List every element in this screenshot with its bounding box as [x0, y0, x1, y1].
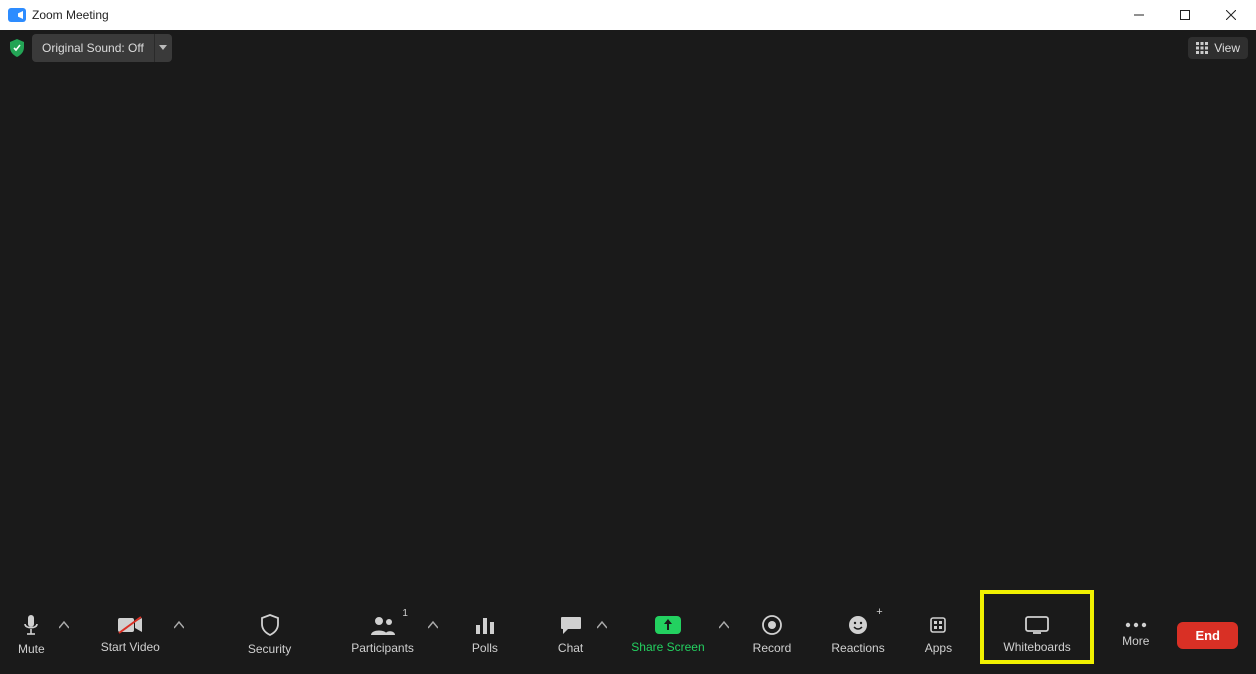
record-button[interactable]: Record — [743, 602, 802, 668]
video-group: Start Video — [91, 596, 188, 674]
video-off-icon — [117, 616, 143, 634]
view-label: View — [1214, 41, 1240, 55]
chevron-down-icon — [159, 45, 167, 51]
plus-icon: + — [876, 606, 882, 618]
whiteboard-icon — [1025, 616, 1049, 634]
mute-label: Mute — [18, 642, 45, 656]
reactions-label: Reactions — [831, 641, 884, 655]
record-label: Record — [753, 641, 792, 655]
more-button[interactable]: More — [1112, 602, 1159, 668]
participants-options-chevron[interactable] — [424, 602, 442, 668]
share-options-chevron[interactable] — [715, 602, 733, 668]
original-sound-chevron[interactable] — [154, 34, 172, 62]
more-icon — [1125, 622, 1147, 628]
security-button[interactable]: Security — [238, 602, 301, 668]
record-icon — [762, 615, 782, 635]
reactions-button[interactable]: + Reactions — [821, 602, 894, 668]
chevron-up-icon — [597, 620, 607, 630]
chat-button[interactable]: Chat — [548, 602, 593, 668]
title-bar: Zoom Meeting — [0, 0, 1256, 30]
polls-label: Polls — [472, 641, 498, 655]
chevron-up-icon — [59, 620, 69, 630]
minimize-icon — [1134, 10, 1144, 20]
title-left-group: Zoom Meeting — [8, 8, 109, 22]
apps-button[interactable]: Apps — [915, 602, 962, 668]
more-label: More — [1122, 634, 1149, 648]
participants-group: 1 Participants — [341, 596, 442, 674]
share-screen-label: Share Screen — [631, 640, 704, 654]
zoom-app-icon — [8, 8, 26, 22]
end-label: End — [1195, 628, 1220, 643]
security-label: Security — [248, 642, 291, 656]
maximize-icon — [1180, 10, 1190, 20]
grid-icon — [1196, 42, 1208, 54]
reactions-icon — [848, 615, 868, 635]
chat-label: Chat — [558, 641, 583, 655]
participants-count: 1 — [402, 608, 408, 619]
share-screen-group: Share Screen — [621, 596, 732, 674]
video-options-chevron[interactable] — [170, 602, 188, 668]
minimize-button[interactable] — [1116, 0, 1162, 30]
mute-group: Mute — [8, 596, 73, 674]
apps-icon — [928, 615, 948, 635]
close-icon — [1226, 10, 1236, 20]
end-button[interactable]: End — [1177, 622, 1238, 649]
view-button[interactable]: View — [1188, 37, 1248, 59]
original-sound-toggle[interactable]: Original Sound: Off — [32, 34, 172, 62]
microphone-icon — [21, 614, 41, 636]
chevron-up-icon — [174, 620, 184, 630]
chat-group: Chat — [548, 596, 611, 674]
participants-button[interactable]: 1 Participants — [341, 602, 424, 668]
mute-button[interactable]: Mute — [8, 602, 55, 668]
shield-icon — [260, 614, 280, 636]
whiteboards-label: Whiteboards — [1003, 640, 1070, 654]
mute-options-chevron[interactable] — [55, 602, 73, 668]
apps-label: Apps — [925, 641, 952, 655]
chevron-up-icon — [428, 620, 438, 630]
share-screen-button[interactable]: Share Screen — [621, 602, 714, 668]
chat-icon — [560, 615, 582, 635]
polls-icon — [475, 615, 495, 635]
chevron-up-icon — [719, 620, 729, 630]
chat-options-chevron[interactable] — [593, 602, 611, 668]
video-area — [0, 66, 1256, 596]
start-video-button[interactable]: Start Video — [91, 602, 170, 668]
meeting-top-bar: Original Sound: Off View — [0, 30, 1256, 66]
original-sound-label: Original Sound: Off — [32, 41, 154, 55]
window-controls — [1116, 0, 1254, 30]
polls-button[interactable]: Polls — [462, 602, 508, 668]
whiteboards-button[interactable]: Whiteboards — [990, 602, 1084, 668]
participants-label: Participants — [351, 641, 414, 655]
share-screen-icon — [655, 616, 681, 634]
start-video-label: Start Video — [101, 640, 160, 654]
top-bar-left: Original Sound: Off — [8, 34, 172, 62]
encryption-shield-icon[interactable] — [8, 39, 26, 57]
window-title: Zoom Meeting — [32, 8, 109, 22]
bottom-toolbar: Mute Start Video Security — [0, 596, 1256, 674]
maximize-button[interactable] — [1162, 0, 1208, 30]
participants-icon — [370, 615, 396, 635]
close-button[interactable] — [1208, 0, 1254, 30]
